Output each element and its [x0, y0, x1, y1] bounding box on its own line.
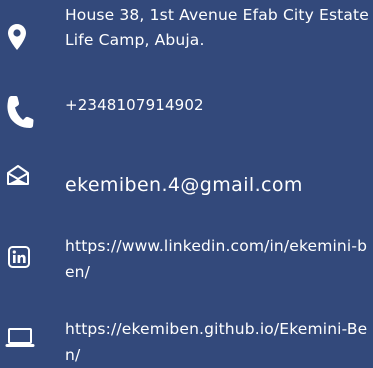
- linkedin-link[interactable]: https://www.linkedin.com/in/ekemini-ben/: [65, 233, 371, 285]
- contact-address-row: House 38, 1st Avenue Efab City Estate Li…: [0, 0, 373, 80]
- linkedin-icon: [8, 246, 30, 268]
- laptop-icon: [5, 328, 35, 348]
- envelope-open-icon: [7, 165, 29, 185]
- map-marker-icon: [8, 24, 26, 50]
- contact-linkedin-row[interactable]: https://www.linkedin.com/in/ekemini-ben/: [0, 233, 373, 289]
- phone-text: +2348107914902: [65, 96, 204, 114]
- website-link[interactable]: https://ekemiben.github.io/Ekemini-Ben/: [65, 316, 371, 368]
- email-link[interactable]: ekemiben.4@gmail.com: [65, 172, 371, 198]
- address-text: House 38, 1st Avenue Efab City Estate Li…: [65, 6, 369, 49]
- contact-website-row[interactable]: https://ekemiben.github.io/Ekemini-Ben/: [0, 316, 373, 364]
- phone-icon: [6, 95, 34, 129]
- contact-email-row[interactable]: ekemiben.4@gmail.com: [0, 165, 373, 204]
- contact-phone-row: +2348107914902: [0, 95, 373, 135]
